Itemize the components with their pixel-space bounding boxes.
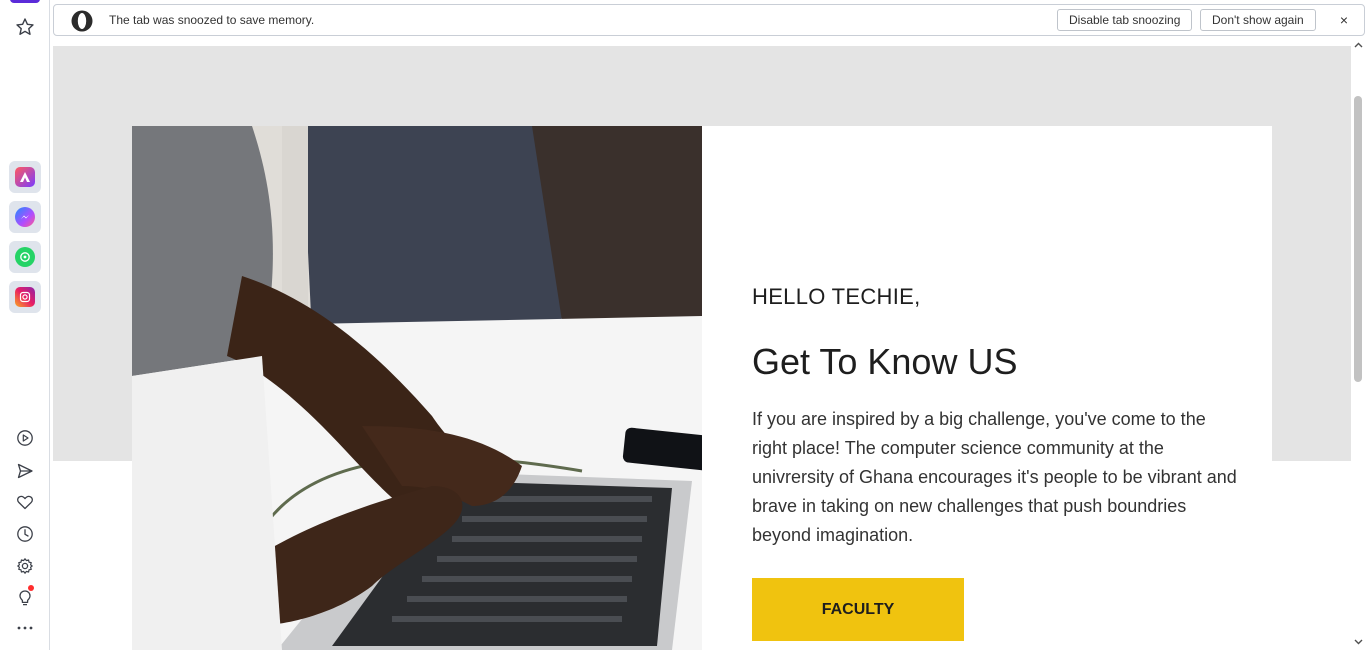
dont-show-again-button[interactable]: Don't show again bbox=[1200, 9, 1316, 31]
whatsapp-icon[interactable] bbox=[9, 241, 41, 273]
vertical-scrollbar[interactable] bbox=[1351, 38, 1366, 650]
scroll-thumb[interactable] bbox=[1354, 96, 1362, 382]
lightbulb-icon[interactable] bbox=[9, 582, 41, 614]
faculty-button[interactable]: FACULTY bbox=[752, 578, 964, 641]
gear-icon[interactable] bbox=[9, 550, 41, 582]
page-viewport: HELLO TECHIE, Get To Know US If you are … bbox=[53, 38, 1351, 650]
about-card: HELLO TECHIE, Get To Know US If you are … bbox=[702, 126, 1272, 650]
about-paragraph: If you are inspired by a big challenge, … bbox=[752, 409, 1237, 545]
snooze-message: The tab was snoozed to save memory. bbox=[109, 13, 315, 27]
opera-logo-icon bbox=[70, 9, 94, 38]
disable-tab-snoozing-button[interactable]: Disable tab snoozing bbox=[1057, 9, 1193, 31]
send-icon[interactable] bbox=[9, 455, 41, 487]
hero-laptop-image bbox=[132, 126, 702, 650]
scroll-up-icon[interactable] bbox=[1353, 40, 1364, 51]
history-icon[interactable] bbox=[9, 518, 41, 550]
browser-sidebar bbox=[0, 0, 50, 650]
heart-icon[interactable] bbox=[9, 486, 41, 518]
close-icon[interactable]: × bbox=[1340, 12, 1348, 28]
sidebar-accent bbox=[10, 0, 40, 3]
star-icon[interactable] bbox=[9, 11, 41, 43]
instagram-icon[interactable] bbox=[9, 281, 41, 313]
greeting-text: HELLO TECHIE, bbox=[752, 284, 921, 309]
page-heading: Get To Know US bbox=[752, 341, 1018, 382]
messenger-icon[interactable] bbox=[9, 201, 41, 233]
player-icon[interactable] bbox=[9, 422, 41, 454]
aria-icon[interactable] bbox=[9, 161, 41, 193]
tab-snoozed-infobar: The tab was snoozed to save memory. Disa… bbox=[53, 4, 1365, 36]
notification-dot bbox=[28, 585, 34, 591]
scroll-down-icon[interactable] bbox=[1353, 636, 1364, 647]
more-icon[interactable] bbox=[9, 612, 41, 644]
